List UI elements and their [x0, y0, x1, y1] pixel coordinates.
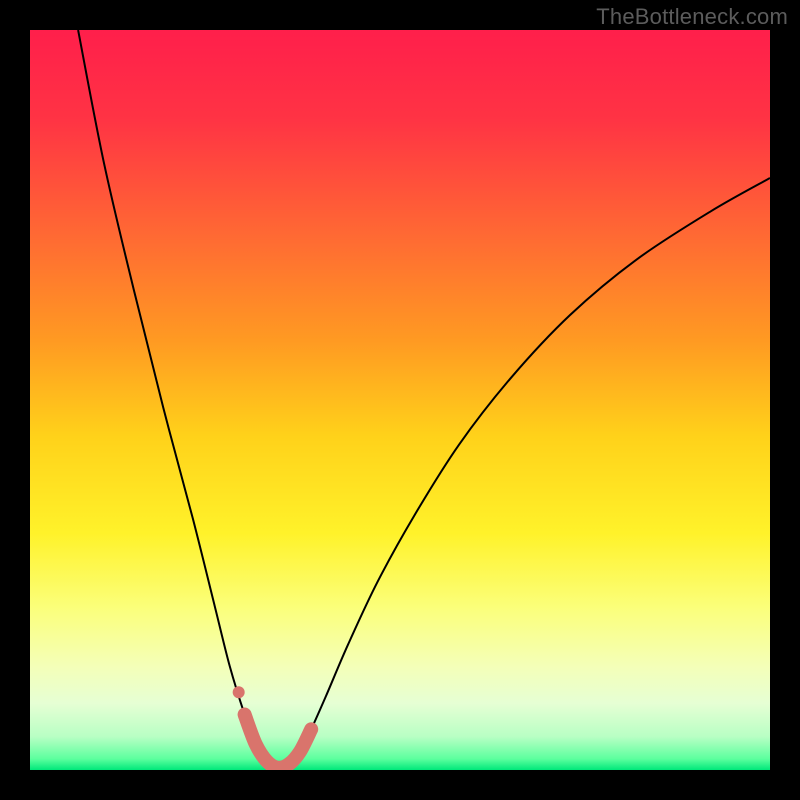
optimum-highlight-dot [233, 686, 245, 698]
optimum-highlight-segment [245, 715, 312, 768]
watermark-text: TheBottleneck.com [596, 4, 788, 30]
plot-area [30, 30, 770, 770]
bottleneck-curve [78, 30, 770, 768]
bottleneck-curve-svg [30, 30, 770, 770]
chart-container: TheBottleneck.com [0, 0, 800, 800]
